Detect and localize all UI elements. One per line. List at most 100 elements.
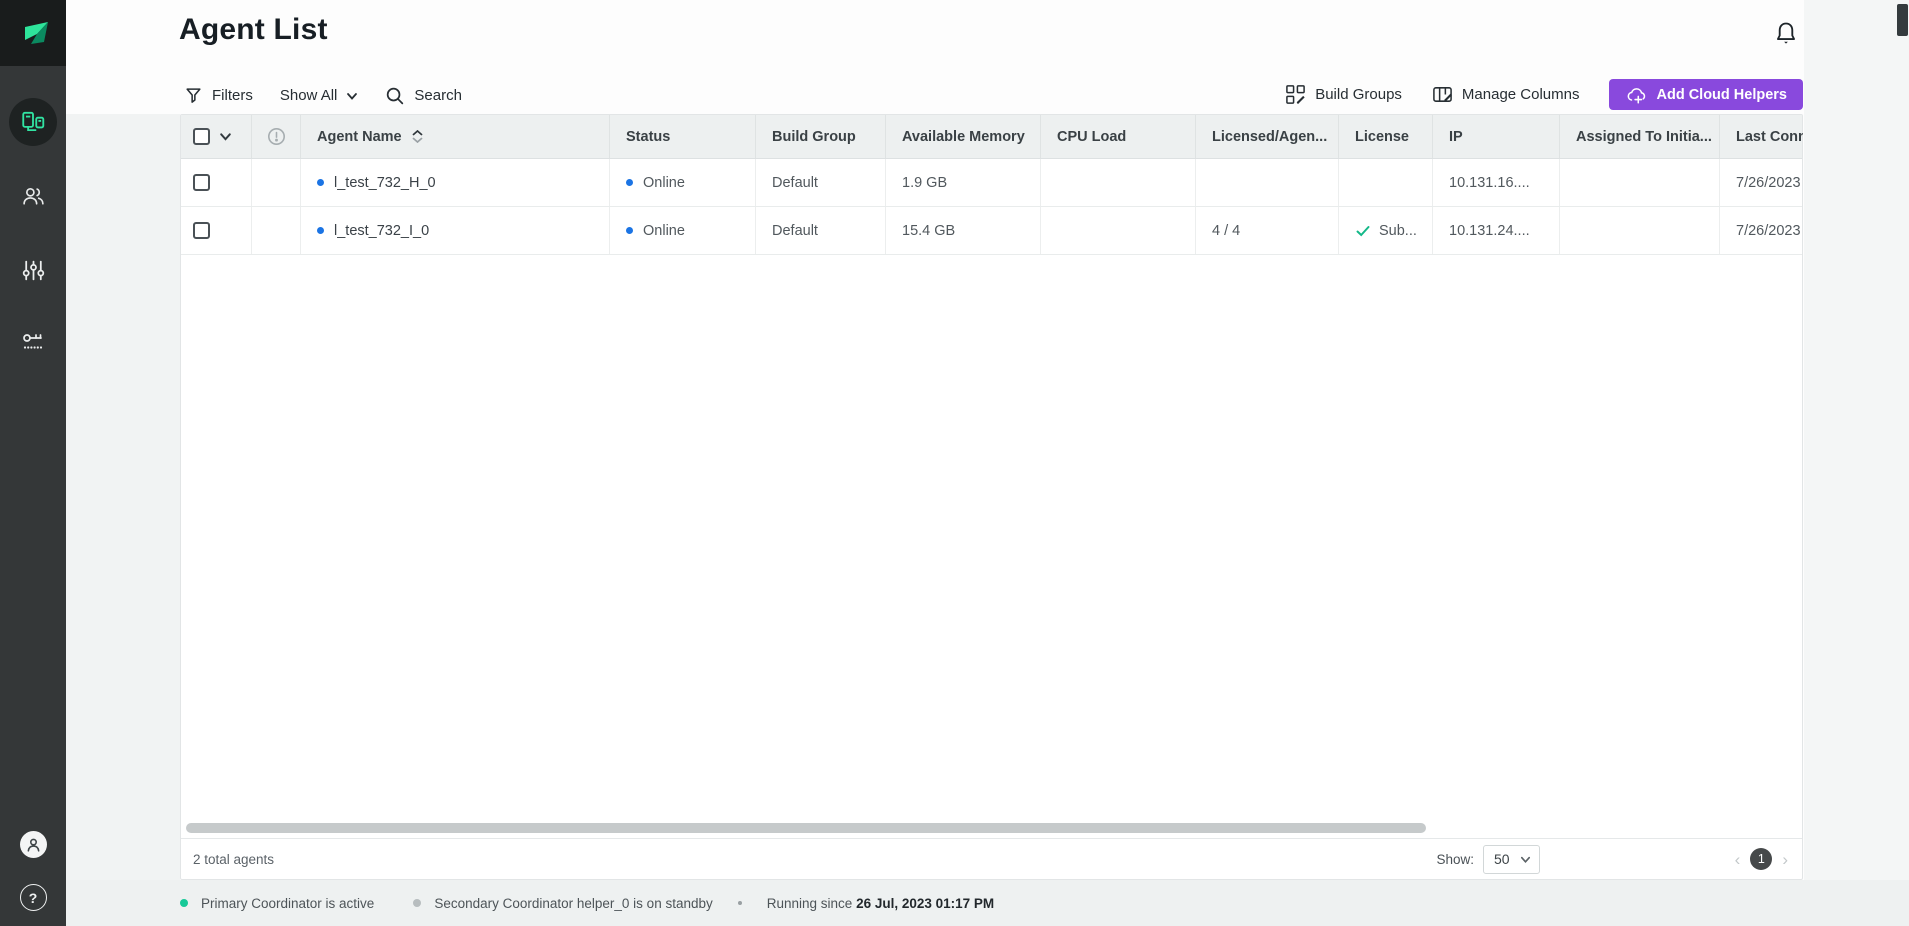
- cpu-load-cell: [1041, 159, 1196, 206]
- chevron-right-icon[interactable]: ›: [1782, 851, 1788, 868]
- content-right-gutter: [1804, 0, 1909, 880]
- page-title: Agent List: [179, 13, 328, 47]
- row-checkbox[interactable]: [193, 222, 210, 239]
- info-icon: [267, 127, 286, 146]
- table-empty-area: [181, 255, 1802, 820]
- sidebar-item-license[interactable]: [0, 330, 66, 354]
- status-cell: Online: [610, 159, 756, 206]
- show-all-label: Show All: [280, 87, 338, 104]
- chevron-left-icon[interactable]: ‹: [1735, 851, 1741, 868]
- agents-icon: [20, 109, 46, 135]
- toolbar-right: Build Groups Manage Columns Add Cloud He…: [1330, 79, 1803, 110]
- build-group-cell: Default: [756, 159, 886, 206]
- filter-funnel-icon: [184, 86, 203, 105]
- select-menu-chevron-icon[interactable]: [219, 130, 232, 143]
- filters-label: Filters: [212, 87, 253, 104]
- agent-table-card: Agent Name Status Build Group Available …: [180, 114, 1803, 880]
- header-cpu-load[interactable]: CPU Load: [1041, 115, 1196, 158]
- header-agent-name[interactable]: Agent Name: [301, 115, 610, 158]
- secondary-coordinator-status: Secondary Coordinator helper_0 is on sta…: [434, 896, 712, 911]
- table-row[interactable]: l_test_732_I_0 Online Default 15.4 GB 4 …: [181, 207, 1802, 255]
- sidebar-item-agents[interactable]: [0, 98, 66, 146]
- content-left-gutter: [66, 114, 180, 880]
- sidebar-item-users[interactable]: [0, 184, 66, 209]
- running-since: Running since 26 Jul, 2023 01:17 PM: [767, 896, 994, 911]
- available-memory-cell: 15.4 GB: [886, 207, 1041, 254]
- add-cloud-helpers-button[interactable]: Add Cloud Helpers: [1609, 79, 1803, 110]
- agent-name-label: l_test_732_I_0: [334, 223, 429, 239]
- manage-columns-label: Manage Columns: [1462, 86, 1580, 103]
- check-icon: [1355, 223, 1371, 239]
- search-button[interactable]: Search: [385, 86, 462, 106]
- table-footer: 2 total agents Show: 50 ‹ 1 ›: [181, 838, 1802, 879]
- cloud-plus-icon: [1625, 85, 1647, 105]
- toolbar-left: Filters Show All Search: [184, 80, 462, 111]
- header-assigned-to[interactable]: Assigned To Initia...: [1560, 115, 1720, 158]
- header-available-memory[interactable]: Available Memory: [886, 115, 1041, 158]
- header-status[interactable]: Status: [610, 115, 756, 158]
- secondary-coordinator-dot: [413, 899, 421, 907]
- agent-name-label: l_test_732_H_0: [334, 175, 436, 191]
- coordinator-status-bar: Primary Coordinator is active Secondary …: [66, 880, 1909, 926]
- header-license[interactable]: License: [1339, 115, 1433, 158]
- chevron-down-icon: [346, 90, 358, 102]
- select-all-checkbox[interactable]: [193, 128, 210, 145]
- separator-dot: [738, 901, 742, 905]
- total-agents-label: 2 total agents: [193, 852, 274, 867]
- agent-name-cell[interactable]: l_test_732_H_0: [301, 159, 610, 206]
- sidebar-item-profile[interactable]: [0, 831, 66, 858]
- running-since-value: 26 Jul, 2023 01:17 PM: [856, 896, 994, 911]
- sidebar-item-help[interactable]: ?: [0, 884, 66, 911]
- manage-columns-button[interactable]: Manage Columns: [1432, 84, 1580, 105]
- horizontal-scrollbar[interactable]: [186, 823, 1426, 833]
- header-last-connected[interactable]: Last Connec: [1720, 115, 1803, 158]
- add-cloud-helpers-label: Add Cloud Helpers: [1656, 87, 1787, 103]
- active-item-highlight: [9, 98, 57, 146]
- row-select-cell: [181, 207, 252, 254]
- page-size-select[interactable]: 50: [1483, 845, 1540, 874]
- build-groups-button[interactable]: Build Groups: [1285, 84, 1402, 105]
- license-key-icon: [20, 330, 46, 354]
- show-all-dropdown[interactable]: Show All: [280, 87, 359, 104]
- primary-coordinator-dot: [180, 899, 188, 907]
- row-checkbox[interactable]: [193, 174, 210, 191]
- agent-status-dot: [317, 227, 324, 234]
- header-ip[interactable]: IP: [1433, 115, 1560, 158]
- table-row[interactable]: l_test_732_H_0 Online Default 1.9 GB 10.…: [181, 159, 1802, 207]
- assigned-to-cell: [1560, 159, 1720, 206]
- row-alerts-cell: [252, 159, 301, 206]
- licensed-agents-cell: 4 / 4: [1196, 207, 1339, 254]
- agent-status-dot: [317, 179, 324, 186]
- page-size-group: Show: 50: [1436, 845, 1540, 874]
- primary-coordinator-status: Primary Coordinator is active: [201, 896, 374, 911]
- notifications-button[interactable]: [1772, 20, 1800, 48]
- online-dot: [626, 179, 633, 186]
- avatar: [20, 831, 47, 858]
- header-alerts-cell: [252, 115, 301, 158]
- avatar-icon: [24, 835, 43, 854]
- current-page-button[interactable]: 1: [1750, 848, 1772, 870]
- vertical-scrollbar[interactable]: [1897, 4, 1908, 36]
- search-label: Search: [414, 87, 462, 104]
- header-build-group[interactable]: Build Group: [756, 115, 886, 158]
- row-alerts-cell: [252, 207, 301, 254]
- agent-name-cell[interactable]: l_test_732_I_0: [301, 207, 610, 254]
- header-licensed-agents[interactable]: Licensed/Agen...: [1196, 115, 1339, 158]
- header-agent-name-label: Agent Name: [317, 129, 402, 145]
- settings-sliders-icon: [21, 258, 46, 283]
- agent-list-page: ? Agent List Filters Show All: [0, 0, 1909, 926]
- filters-button[interactable]: Filters: [184, 86, 253, 105]
- horizontal-scrollbar-track: [181, 820, 1802, 838]
- online-dot: [626, 227, 633, 234]
- brand-logo-icon: [15, 15, 51, 51]
- build-groups-icon: [1285, 84, 1306, 105]
- cpu-load-cell: [1041, 207, 1196, 254]
- sidebar-item-settings[interactable]: [0, 258, 66, 283]
- brand-logo[interactable]: [0, 0, 66, 66]
- users-icon: [21, 184, 46, 209]
- bell-icon: [1772, 20, 1800, 48]
- sort-icon[interactable]: [412, 130, 423, 143]
- build-group-cell: Default: [756, 207, 886, 254]
- assigned-to-cell: [1560, 207, 1720, 254]
- license-cell: Sub...: [1339, 207, 1433, 254]
